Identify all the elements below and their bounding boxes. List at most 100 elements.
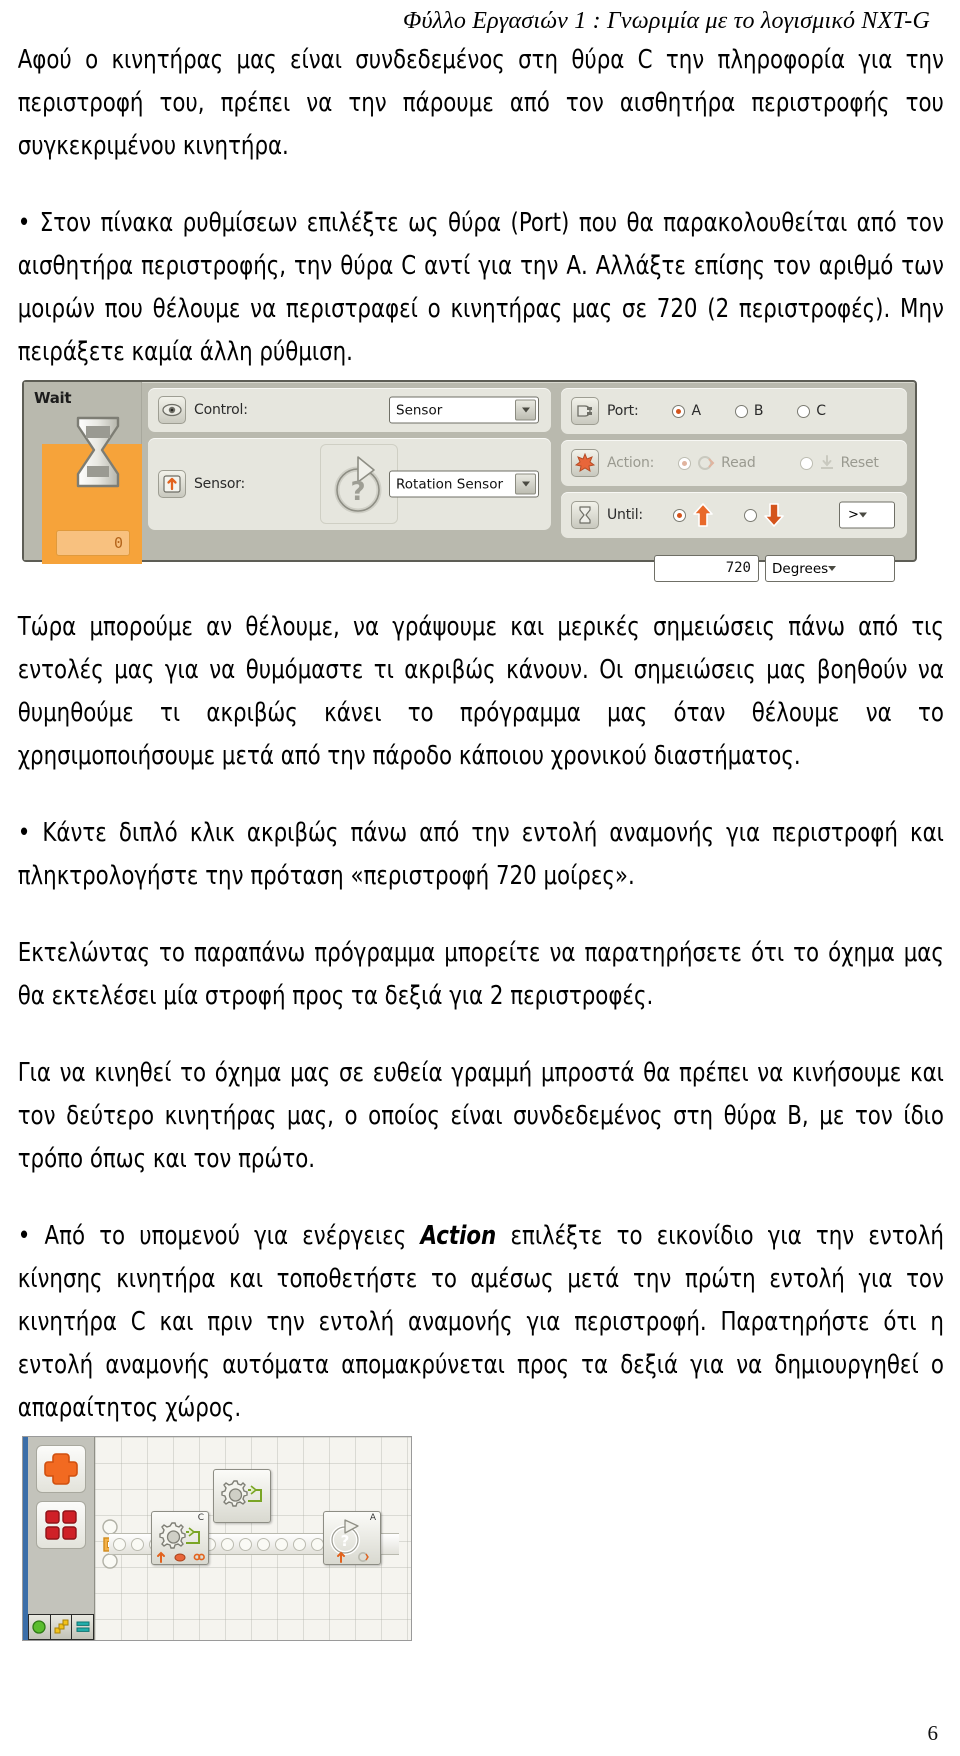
port-label-b: B (753, 403, 764, 419)
port-option-c[interactable]: C (797, 403, 826, 419)
until-row[interactable]: Until: > 720 Degrees (561, 492, 907, 582)
rotation-question-icon: ? (320, 444, 398, 524)
move-block-mini-icons (152, 1550, 208, 1563)
until-option-down[interactable] (743, 502, 785, 528)
move-block-port: C (197, 1513, 204, 1523)
port-label-c: C (816, 403, 826, 419)
wait-block-preview: Wait 0 (24, 382, 142, 564)
svg-text:?: ? (350, 477, 365, 507)
port-option-b[interactable]: B (734, 403, 764, 419)
sensor-row[interactable]: Sensor: ? Rotation Sensor (148, 438, 551, 530)
comparator-dropdown[interactable]: > (839, 501, 895, 529)
degrees-input[interactable]: 720 (654, 555, 759, 582)
dragged-move-block[interactable] (213, 1469, 271, 1523)
wait-block-title: Wait (34, 389, 72, 407)
port-label-a: A (691, 403, 701, 419)
until-label: Until: (607, 507, 643, 523)
reset-icon (820, 455, 833, 469)
action-burst-icon (571, 449, 599, 477)
gear-icon (221, 1480, 262, 1507)
action-option-read[interactable]: Read (678, 455, 756, 471)
chevron-down-icon[interactable] (515, 473, 536, 495)
wait-rotation-block[interactable]: ? A (323, 1511, 381, 1565)
radio-b[interactable] (734, 404, 748, 418)
sensor-dropdown[interactable]: Rotation Sensor (389, 470, 539, 498)
palette-tabs[interactable] (28, 1614, 94, 1640)
paragraph-7: • Από το υπομενού για ενέργειες Action ε… (14, 1215, 946, 1430)
palette-tab-complete[interactable] (50, 1615, 72, 1639)
hourglass-small-icon (571, 501, 599, 529)
wait-block-value: 0 (56, 530, 130, 556)
control-dropdown[interactable]: Sensor (389, 396, 539, 424)
read-icon (698, 456, 715, 470)
page-number: 6 (927, 1721, 939, 1745)
document-page: Φύλλο Εργασιών 1 : Γνωριμία με το λογισμ… (0, 0, 960, 1756)
duration-infinity-icon (193, 1553, 205, 1560)
action-label-reset: Reset (840, 455, 879, 471)
radio-c[interactable] (797, 404, 811, 418)
nxtg-config-panel-figure: Wait 0 Control: Sensor Sensor: ? Rotatio… (14, 374, 946, 582)
chevron-down-icon[interactable] (858, 512, 867, 518)
direction-arrow-icon (336, 1551, 345, 1563)
paragraph-3: Τώρα μπορούμε αν θέλουμε, να γράψουμε κα… (17, 612, 944, 771)
chevron-down-icon[interactable] (515, 399, 536, 421)
chevron-down-icon[interactable] (828, 566, 837, 571)
paragraph-7-rest: επιλέξτε το εικονίδιο για την εντολή κίν… (17, 1221, 944, 1423)
port-option-a[interactable]: A (672, 403, 701, 419)
radio-until-up[interactable] (672, 508, 686, 522)
nxtg-program-canvas-figure: C ? A (14, 1430, 946, 1641)
action-option-reset[interactable]: Reset (799, 455, 879, 471)
port-plug-icon (571, 397, 599, 425)
action-row[interactable]: Action: Read Reset (561, 440, 907, 486)
teal-bars-icon (76, 1621, 90, 1632)
read-action-icon (358, 1551, 370, 1562)
palette-common-button[interactable] (36, 1445, 86, 1493)
action-menu-name: Action (420, 1221, 497, 1251)
wait-block-config-panel: Wait 0 Control: Sensor Sensor: ? Rotatio… (22, 380, 917, 582)
action-label: Action: (607, 455, 655, 471)
port-row[interactable]: Port: A B C (561, 388, 907, 434)
wait-block-mini-icons (324, 1550, 380, 1563)
document-header: Φύλλο Εργασιών 1 : Γνωριμία με το λογισμ… (403, 8, 930, 34)
degrees-unit-value: Degrees (772, 560, 829, 577)
wait-block-port: A (369, 1513, 376, 1523)
yellow-blocks-icon (54, 1619, 69, 1634)
paragraph-4: • Κάντε διπλό κλικ ακριβώς πάνω από την … (17, 818, 944, 891)
eye-icon (158, 396, 186, 424)
canvas-grid[interactable]: C ? A (95, 1437, 411, 1640)
program-canvas: C ? A (22, 1436, 412, 1641)
degrees-unit-dropdown[interactable]: Degrees (765, 555, 895, 582)
green-circle-icon (32, 1620, 46, 1634)
paragraph-5: Εκτελώντας το παραπάνω πρόγραμμα μπορείτ… (17, 938, 944, 1011)
paragraph-6: Για να κινηθεί το όχημα μας σε ευθεία γρ… (17, 1058, 944, 1174)
control-row[interactable]: Control: Sensor (148, 388, 551, 432)
palette-tab-custom[interactable] (72, 1615, 94, 1639)
action-label-read: Read (721, 455, 756, 471)
palette-complete-button[interactable] (36, 1501, 86, 1549)
hourglass-icon (76, 416, 120, 488)
radio-read[interactable] (678, 456, 692, 470)
sensor-value: Rotation Sensor (396, 476, 504, 492)
port-label: Port: (607, 403, 639, 419)
direction-arrow-icon (157, 1551, 166, 1563)
palette-tab-common[interactable] (29, 1615, 50, 1639)
radio-until-down[interactable] (743, 508, 757, 522)
svg-text:?: ? (341, 1532, 350, 1550)
until-option-up[interactable] (672, 502, 714, 528)
rotation-sensor-icon (158, 470, 186, 498)
orange-cross-icon (44, 1453, 78, 1485)
steering-icon (174, 1553, 186, 1561)
control-label: Control: (194, 402, 248, 418)
move-block[interactable]: C (151, 1511, 209, 1565)
block-palette[interactable] (28, 1437, 95, 1640)
comparator-value: > (848, 507, 859, 523)
paragraph-7-lead: • Από το υπομενού για ενέργειες (17, 1221, 421, 1251)
paragraph-1: Αφού ο κινητήρας μας είναι συνδεδεμένος … (17, 45, 944, 161)
control-value: Sensor (396, 402, 443, 418)
radio-reset[interactable] (799, 456, 813, 470)
radio-a[interactable] (672, 404, 686, 418)
arrow-up-icon (693, 503, 713, 527)
arrow-down-icon (764, 503, 784, 527)
sensor-label: Sensor: (194, 476, 246, 492)
red-squares-icon (45, 1510, 77, 1540)
